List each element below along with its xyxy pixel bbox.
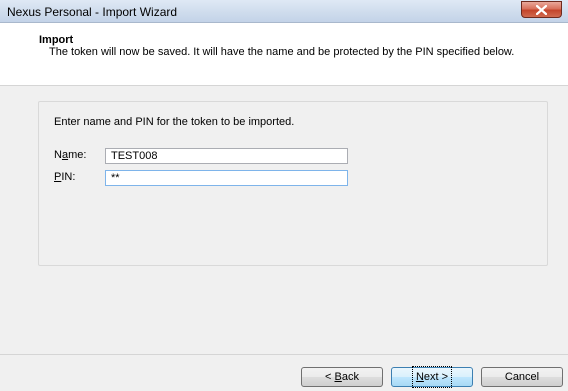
wizard-header: Import The token will now be saved. It w… xyxy=(0,23,568,86)
footer-divider xyxy=(0,354,568,355)
page-title: Import xyxy=(39,34,74,46)
title-bar[interactable]: Nexus Personal - Import Wizard xyxy=(0,0,568,23)
pin-field[interactable] xyxy=(105,170,348,186)
next-button[interactable]: Next > xyxy=(391,366,473,388)
cancel-button[interactable]: Cancel xyxy=(481,367,563,387)
name-label: Name: xyxy=(54,149,87,161)
import-wizard-window: Nexus Personal - Import Wizard Import Th… xyxy=(0,0,568,391)
pin-label: PIN: xyxy=(54,171,76,183)
token-details-group: Enter name and PIN for the token to be i… xyxy=(38,101,548,266)
name-field[interactable] xyxy=(105,148,348,164)
close-button[interactable] xyxy=(521,1,562,18)
instructions-text: Enter name and PIN for the token to be i… xyxy=(54,116,295,128)
close-icon xyxy=(536,5,547,15)
back-button[interactable]: < Back xyxy=(301,367,383,387)
wizard-body: Enter name and PIN for the token to be i… xyxy=(0,86,568,339)
window-title: Nexus Personal - Import Wizard xyxy=(7,5,178,19)
page-description: The token will now be saved. It will hav… xyxy=(49,46,515,58)
